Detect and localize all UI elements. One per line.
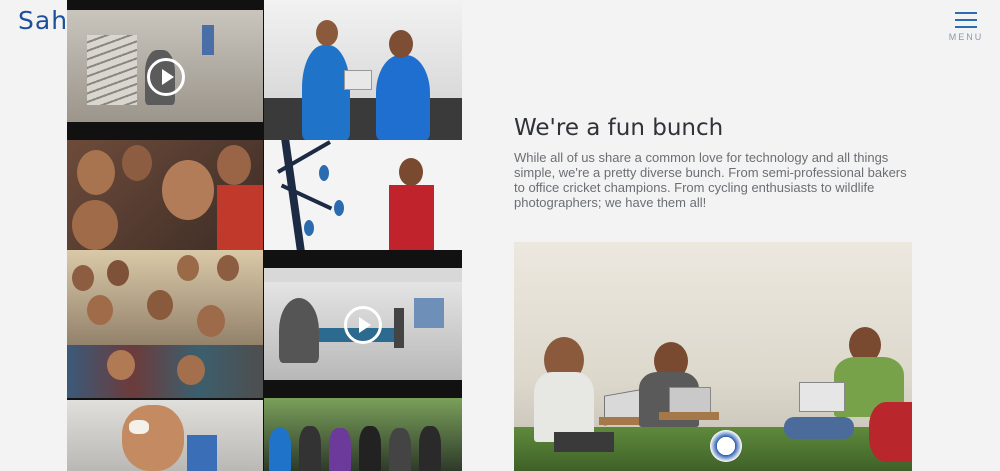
section-title: We're a fun bunch bbox=[514, 115, 724, 141]
team-photo bbox=[514, 242, 912, 471]
menu-label: MENU bbox=[948, 32, 984, 42]
gallery-photo-tree-mural[interactable] bbox=[264, 140, 462, 250]
menu-button[interactable]: MENU bbox=[948, 12, 984, 44]
play-icon[interactable] bbox=[344, 306, 382, 344]
photo-gallery bbox=[67, 0, 462, 471]
gallery-photo-group-outdoors[interactable] bbox=[264, 398, 462, 471]
gallery-photo-laptop-team[interactable] bbox=[264, 0, 462, 140]
gallery-photo-group-selfie[interactable] bbox=[67, 140, 263, 250]
gallery-photo-video-office-cricket[interactable] bbox=[67, 10, 263, 122]
hamburger-icon bbox=[955, 12, 977, 28]
section-description: While all of us share a common love for … bbox=[514, 150, 907, 210]
gallery-photo-cake-face[interactable] bbox=[67, 400, 263, 471]
gallery-photo-video-table-tennis[interactable] bbox=[264, 268, 462, 380]
gallery-photo-large-group[interactable] bbox=[67, 250, 263, 398]
play-icon[interactable] bbox=[147, 58, 185, 96]
